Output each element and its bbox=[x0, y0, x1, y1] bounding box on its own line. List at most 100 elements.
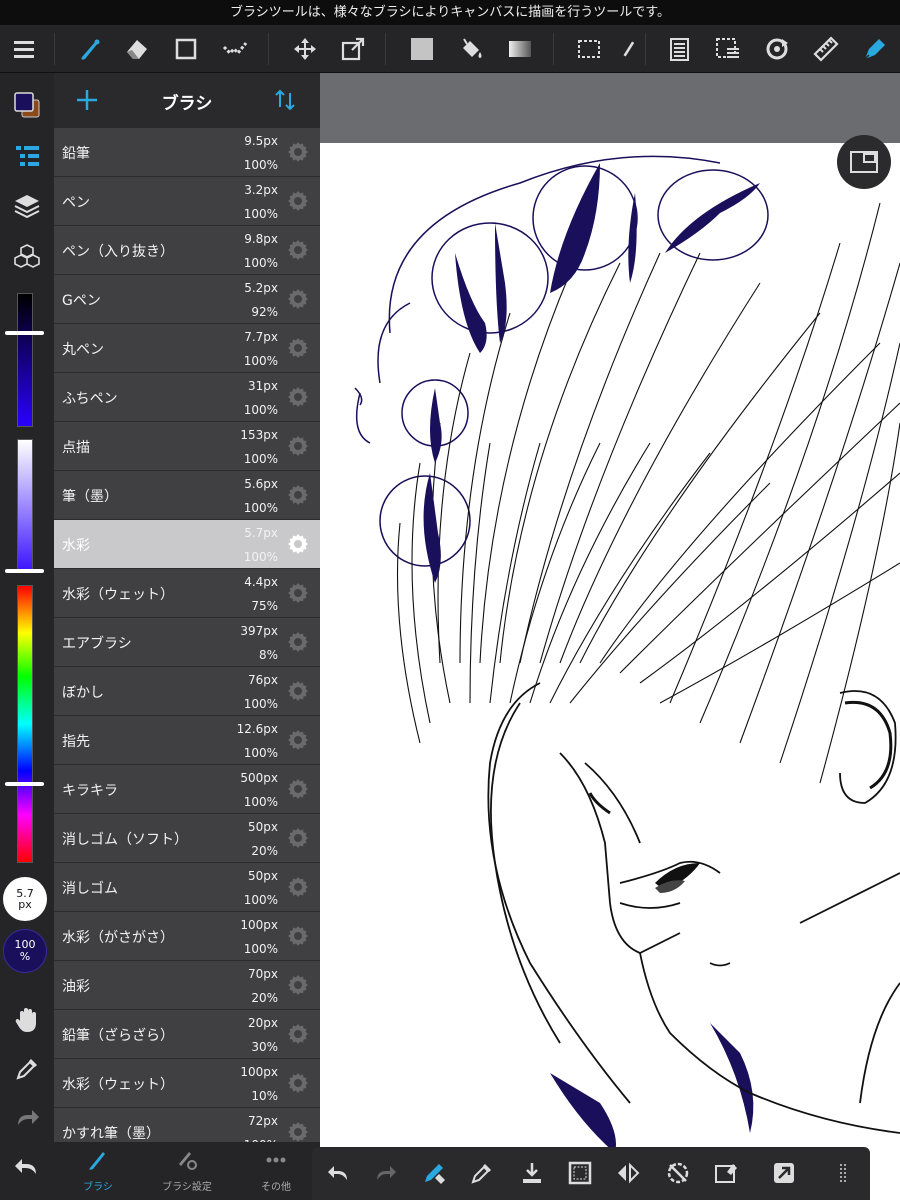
brush-list-icon[interactable] bbox=[9, 138, 45, 174]
rotate-reset-icon[interactable] bbox=[662, 1157, 694, 1189]
brush-row[interactable]: 点描 153px 100% bbox=[54, 422, 320, 471]
alpha-slider[interactable] bbox=[17, 439, 33, 573]
brush-size: 5.6px bbox=[244, 477, 278, 491]
brush-row[interactable]: ぼかし 76px 100% bbox=[54, 667, 320, 716]
pen-active-icon[interactable] bbox=[857, 31, 893, 67]
navigator-icon bbox=[850, 151, 878, 173]
clear-layer-icon[interactable] bbox=[710, 1157, 742, 1189]
gear-icon[interactable] bbox=[286, 287, 310, 311]
select-pen-icon[interactable] bbox=[616, 31, 640, 67]
navigator-button[interactable] bbox=[837, 135, 891, 189]
brush-opacity: 100% bbox=[243, 354, 278, 368]
save-icon[interactable] bbox=[516, 1157, 548, 1189]
alpha-slider-thumb[interactable] bbox=[5, 569, 44, 573]
bucket-tool-icon[interactable] bbox=[454, 31, 490, 67]
flip-horizontal-icon[interactable] bbox=[612, 1157, 644, 1189]
sort-brushes-icon[interactable] bbox=[272, 87, 298, 113]
materials-icon[interactable] bbox=[9, 239, 45, 275]
brush-row[interactable]: ふちペン 31px 100% bbox=[54, 373, 320, 422]
gear-icon[interactable] bbox=[286, 238, 310, 262]
gear-icon[interactable] bbox=[286, 630, 310, 654]
brush-tool-icon[interactable] bbox=[72, 31, 108, 67]
gear-icon[interactable] bbox=[286, 679, 310, 703]
menu-icon[interactable] bbox=[6, 31, 42, 67]
brush-row[interactable]: 水彩（ウェット） 100px 10% bbox=[54, 1059, 320, 1108]
brush-row[interactable]: 鉛筆（ざらざら） 20px 30% bbox=[54, 1010, 320, 1059]
layers-icon[interactable] bbox=[9, 188, 45, 224]
grid-menu-icon[interactable] bbox=[828, 1157, 860, 1189]
brush-row[interactable]: キラキラ 500px 100% bbox=[54, 765, 320, 814]
gear-icon[interactable] bbox=[286, 924, 310, 948]
gear-icon[interactable] bbox=[286, 1120, 310, 1142]
brush-size-badge[interactable]: 5.7 px bbox=[3, 877, 47, 921]
rotate-icon[interactable] bbox=[759, 31, 795, 67]
gear-icon[interactable] bbox=[286, 385, 310, 409]
brush-name: 水彩（ウェット） bbox=[62, 587, 174, 603]
ruler-icon[interactable] bbox=[808, 31, 844, 67]
select-layer-icon[interactable] bbox=[710, 31, 746, 67]
brush-eraser-toggle-icon[interactable] bbox=[418, 1157, 450, 1189]
dot-tool-icon[interactable] bbox=[217, 31, 253, 67]
canvas-area[interactable] bbox=[320, 73, 900, 1200]
gear-icon[interactable] bbox=[286, 875, 310, 899]
gear-icon[interactable] bbox=[286, 581, 310, 605]
gear-icon[interactable] bbox=[286, 1022, 310, 1046]
share-icon[interactable] bbox=[768, 1157, 800, 1189]
brush-row[interactable]: 筆（墨） 5.6px 100% bbox=[54, 471, 320, 520]
brush-opacity: 100% bbox=[243, 697, 278, 711]
shape-tool-icon[interactable] bbox=[168, 31, 204, 67]
gear-icon[interactable] bbox=[286, 189, 310, 213]
brush-row[interactable]: 鉛筆 9.5px 100% bbox=[54, 128, 320, 177]
brush-row[interactable]: 水彩 5.7px 100% bbox=[54, 520, 320, 569]
brush-opacity-badge[interactable]: 100 % bbox=[3, 929, 47, 973]
eraser-tool-icon[interactable] bbox=[119, 31, 155, 67]
gear-icon[interactable] bbox=[286, 434, 310, 458]
color-swatch-icon[interactable] bbox=[9, 87, 45, 123]
gradient-tool-icon[interactable] bbox=[502, 31, 538, 67]
brush-row[interactable]: 水彩（がさがさ） 100px 100% bbox=[54, 912, 320, 961]
gear-icon[interactable] bbox=[286, 140, 310, 164]
brush-row[interactable]: 指先 12.6px 100% bbox=[54, 716, 320, 765]
brightness-slider-thumb[interactable] bbox=[5, 331, 44, 335]
gear-icon[interactable] bbox=[286, 777, 310, 801]
eyedropper-bottom-icon[interactable] bbox=[466, 1157, 498, 1189]
undo-bottom-icon[interactable] bbox=[322, 1157, 354, 1189]
brush-row[interactable]: エアブラシ 397px 8% bbox=[54, 618, 320, 667]
canvas-paper[interactable] bbox=[320, 143, 900, 1200]
move-tool-icon[interactable] bbox=[287, 31, 323, 67]
brush-row[interactable]: 消しゴム 50px 100% bbox=[54, 863, 320, 912]
layer-list-icon[interactable] bbox=[661, 31, 697, 67]
undo-icon[interactable] bbox=[9, 1149, 45, 1185]
gear-icon[interactable] bbox=[286, 532, 310, 556]
hue-slider[interactable] bbox=[17, 585, 33, 863]
brush-panel-header: ブラシ bbox=[54, 73, 320, 128]
tab-brush-settings[interactable]: ブラシ設定 bbox=[143, 1148, 231, 1193]
brush-row[interactable]: かすれ筆（墨）72px100% bbox=[54, 1108, 320, 1142]
eyedropper-icon[interactable] bbox=[9, 1051, 45, 1087]
gear-icon[interactable] bbox=[286, 973, 310, 997]
tab-brush[interactable]: ブラシ bbox=[54, 1148, 142, 1193]
brush-row[interactable]: 丸ペン 7.7px 100% bbox=[54, 324, 320, 373]
brightness-slider[interactable] bbox=[17, 293, 33, 427]
brush-row[interactable]: ペン 3.2px 100% bbox=[54, 177, 320, 226]
brush-name: 鉛筆 bbox=[62, 146, 90, 162]
hue-slider-thumb[interactable] bbox=[5, 782, 44, 786]
select-tool-icon[interactable] bbox=[571, 31, 607, 67]
tab-other[interactable]: その他 bbox=[232, 1148, 320, 1193]
gear-icon[interactable] bbox=[286, 826, 310, 850]
canvas-frame-icon[interactable] bbox=[564, 1157, 596, 1189]
fill-color-icon[interactable] bbox=[404, 31, 440, 67]
brush-row[interactable]: 消しゴム（ソフト） 50px 20% bbox=[54, 814, 320, 863]
brush-row[interactable]: 油彩 70px 20% bbox=[54, 961, 320, 1010]
gear-icon[interactable] bbox=[286, 336, 310, 360]
brush-row[interactable]: 水彩（ウェット） 4.4px 75% bbox=[54, 569, 320, 618]
redo-icon[interactable] bbox=[9, 1100, 45, 1136]
gear-icon[interactable] bbox=[286, 483, 310, 507]
brush-row[interactable]: ペン（入り抜き） 9.8px 100% bbox=[54, 226, 320, 275]
gear-icon[interactable] bbox=[286, 728, 310, 752]
redo-bottom-icon[interactable] bbox=[370, 1157, 402, 1189]
brush-row[interactable]: Gペン 5.2px 92% bbox=[54, 275, 320, 324]
transform-tool-icon[interactable] bbox=[335, 31, 371, 67]
gear-icon[interactable] bbox=[286, 1071, 310, 1095]
hand-icon[interactable] bbox=[9, 1002, 45, 1038]
